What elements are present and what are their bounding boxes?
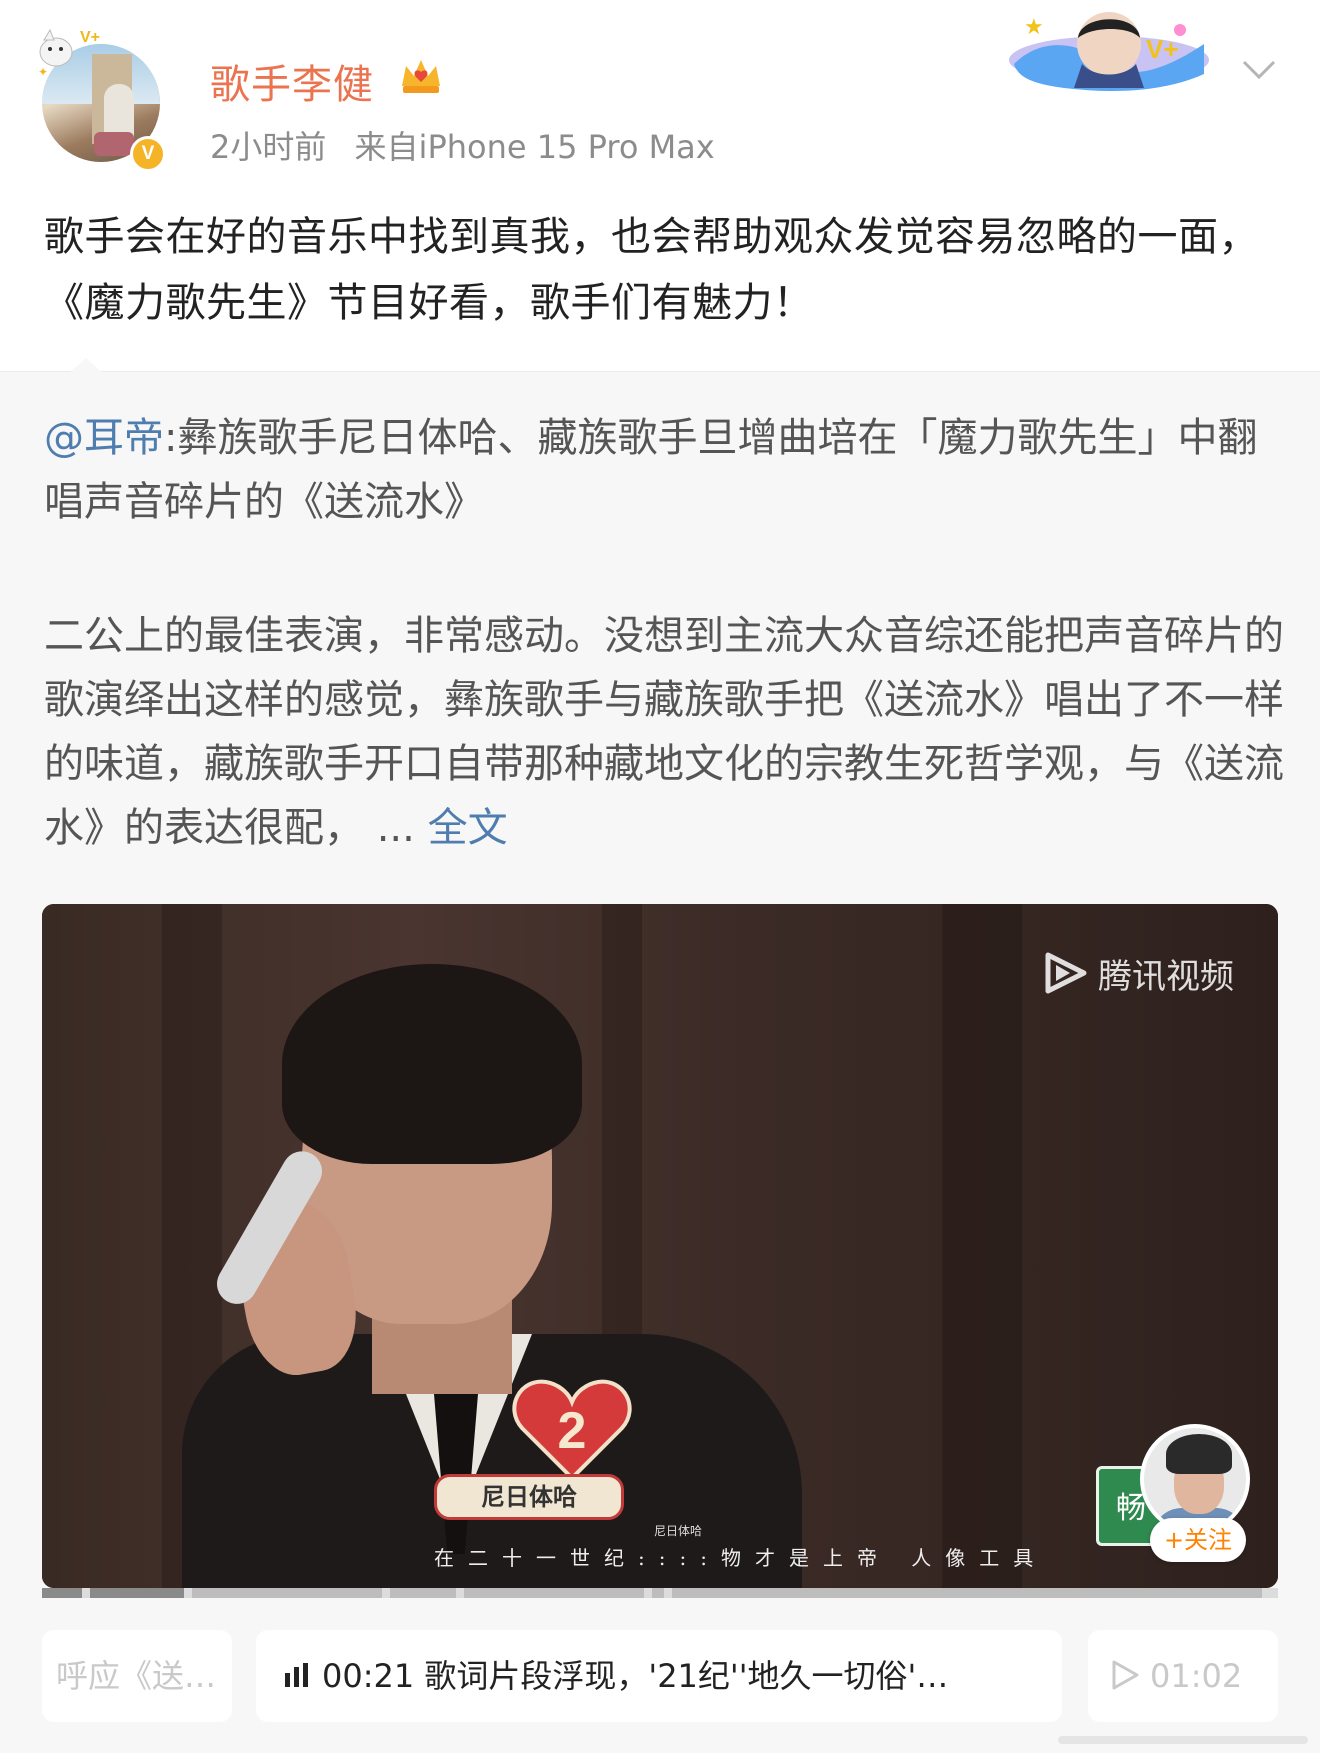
chapter-time: 00:21	[322, 1657, 415, 1695]
ellipsis: ...	[364, 805, 428, 851]
repost-body-text: 二公上的最佳表演，非常感动。没想到主流大众音综还能把声音碎片的歌演绎出这样的感觉…	[44, 613, 1284, 851]
singer-name-tag: 尼日体哈	[434, 1474, 624, 1520]
chapter-previous[interactable]: 呼应《送…	[42, 1630, 232, 1722]
watermark-text: 腾讯视频	[1098, 956, 1234, 997]
progress-played	[42, 1588, 82, 1598]
crown-icon	[402, 60, 440, 93]
verified-icon: V	[130, 136, 166, 172]
video-progress-bar[interactable]	[42, 1588, 1278, 1598]
tencent-video-watermark: 腾讯视频	[1042, 948, 1234, 998]
lyrics-caption-small: 尼日体哈	[654, 1524, 703, 1538]
repost-body: 二公上的最佳表演，非常感动。没想到主流大众音综还能把声音碎片的歌演绎出这样的感觉…	[44, 604, 1284, 860]
vplus-banner-icon[interactable]: V+ ★	[1004, 4, 1214, 94]
scroll-indicator	[1058, 1736, 1308, 1744]
svg-text:✦: ✦	[38, 65, 48, 79]
author-name[interactable]: 歌手李健	[210, 52, 374, 110]
post-text: 歌手会在好的音乐中找到真我，也会帮助观众发觉容易忽略的一面，《魔力歌先生》节目好…	[44, 214, 1259, 326]
lyrics-caption: 在二十一世纪::::物才是上帝 人像工具	[434, 1546, 1048, 1570]
chapter-next[interactable]: 01:02	[1088, 1630, 1278, 1722]
avatar-frame-decoration-icon: V+ ✦	[38, 28, 100, 79]
read-more-link[interactable]: 全文	[428, 805, 508, 851]
post-time: 2小时前	[210, 128, 327, 166]
bars-icon	[285, 1663, 308, 1687]
video-player[interactable]: 2 尼日体哈 尼日体哈 在二十一世纪::::物才是上帝 人像工具 腾讯视频 畅 …	[42, 904, 1278, 1588]
follow-button[interactable]: +关注	[1150, 1518, 1246, 1562]
mention-link[interactable]: @耳帝	[44, 415, 164, 461]
repost-caret	[68, 358, 104, 374]
play-icon	[1112, 1660, 1139, 1690]
chapter-list: 呼应《送… 00:21 歌词片段浮现，'21纪''地久一切俗'… 01:02	[0, 1630, 1320, 1722]
heart-number-badge: 2	[512, 1379, 632, 1481]
chevron-down-icon[interactable]	[1240, 56, 1278, 84]
chapter-current[interactable]: 00:21 歌词片段浮现，'21纪''地久一切俗'…	[256, 1630, 1062, 1722]
divider	[0, 371, 1320, 372]
svg-text:V+: V+	[1146, 34, 1179, 64]
svg-text:V+: V+	[80, 29, 100, 46]
svg-text:2: 2	[558, 1402, 587, 1460]
tencent-video-icon	[1045, 952, 1087, 994]
chapter-title: 歌词片段浮现，'21纪''地久一切俗'…	[424, 1657, 949, 1695]
repost-header: @耳帝:彝族歌手尼日体哈、藏族歌手旦增曲培在「魔力歌先生」中翻唱声音碎片的《送流…	[44, 406, 1284, 534]
chapter-next-time: 01:02	[1150, 1657, 1243, 1695]
repost-header-text: :彝族歌手尼日体哈、藏族歌手旦增曲培在「魔力歌先生」中翻唱声音碎片的《送流水》	[44, 415, 1258, 525]
svg-text:★: ★	[1024, 15, 1044, 40]
post-meta: 2小时前 来自iPhone 15 Pro Max	[210, 122, 715, 168]
post-source: 来自iPhone 15 Pro Max	[354, 128, 715, 166]
author-avatar[interactable]: V+ ✦ V	[32, 22, 172, 172]
post-header: V+ ✦ V 歌手李健 2小时前 来自iPhone 15 Pro Max V+ …	[0, 0, 1320, 172]
